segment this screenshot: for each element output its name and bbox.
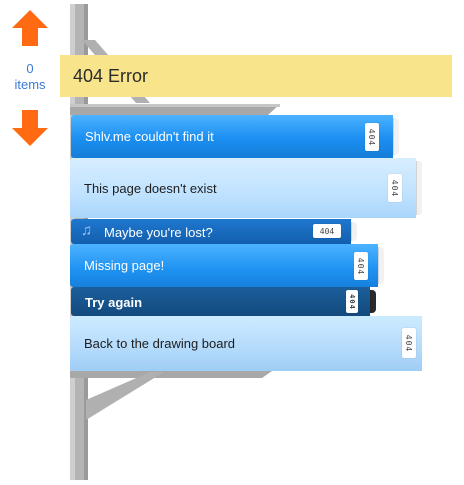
book-tag: 404 xyxy=(388,174,402,202)
arrow-up-icon[interactable] xyxy=(10,8,50,48)
book-tag: 404 xyxy=(346,290,358,313)
item-count: 0 xyxy=(26,61,34,76)
arrow-down-icon[interactable] xyxy=(10,108,50,148)
book-pages xyxy=(416,161,422,215)
book-tag: 404 xyxy=(365,123,379,151)
try-again-button[interactable]: Try again 404 xyxy=(71,287,376,316)
book-pages xyxy=(378,247,384,284)
book-label: Try again xyxy=(85,295,143,310)
book-pages xyxy=(393,118,399,155)
error-page: 0 items 404 Error Shlv.me couldn't find … xyxy=(0,0,464,485)
book-label: This page doesn't exist xyxy=(84,181,217,196)
item-count-label: items xyxy=(14,77,46,92)
book-label: Back to the drawing board xyxy=(84,336,236,351)
book-missing-page[interactable]: Missing page! 404 xyxy=(70,244,384,287)
book-tag: 404 xyxy=(402,328,416,358)
book-maybe-youre-lost[interactable]: ♫ Maybe you're lost? 404 xyxy=(71,219,357,244)
back-to-drawing-board-button[interactable]: Back to the drawing board 404 xyxy=(70,316,422,371)
book-tag: 404 xyxy=(313,224,341,238)
book-shlv-couldnt-find-it[interactable]: Shlv.me couldn't find it 404 xyxy=(71,115,399,158)
book-pages xyxy=(370,290,376,313)
book-pages xyxy=(351,222,357,241)
page-title: 404 Error xyxy=(60,55,452,97)
book-tag: 404 xyxy=(354,252,368,280)
book-label: Missing page! xyxy=(84,258,165,273)
book-label: Maybe you're lost? xyxy=(104,225,213,240)
book-label: Shlv.me couldn't find it xyxy=(85,129,214,144)
music-note-icon: ♫ xyxy=(81,222,93,239)
book-page-doesnt-exist[interactable]: This page doesn't exist 404 xyxy=(70,158,422,218)
